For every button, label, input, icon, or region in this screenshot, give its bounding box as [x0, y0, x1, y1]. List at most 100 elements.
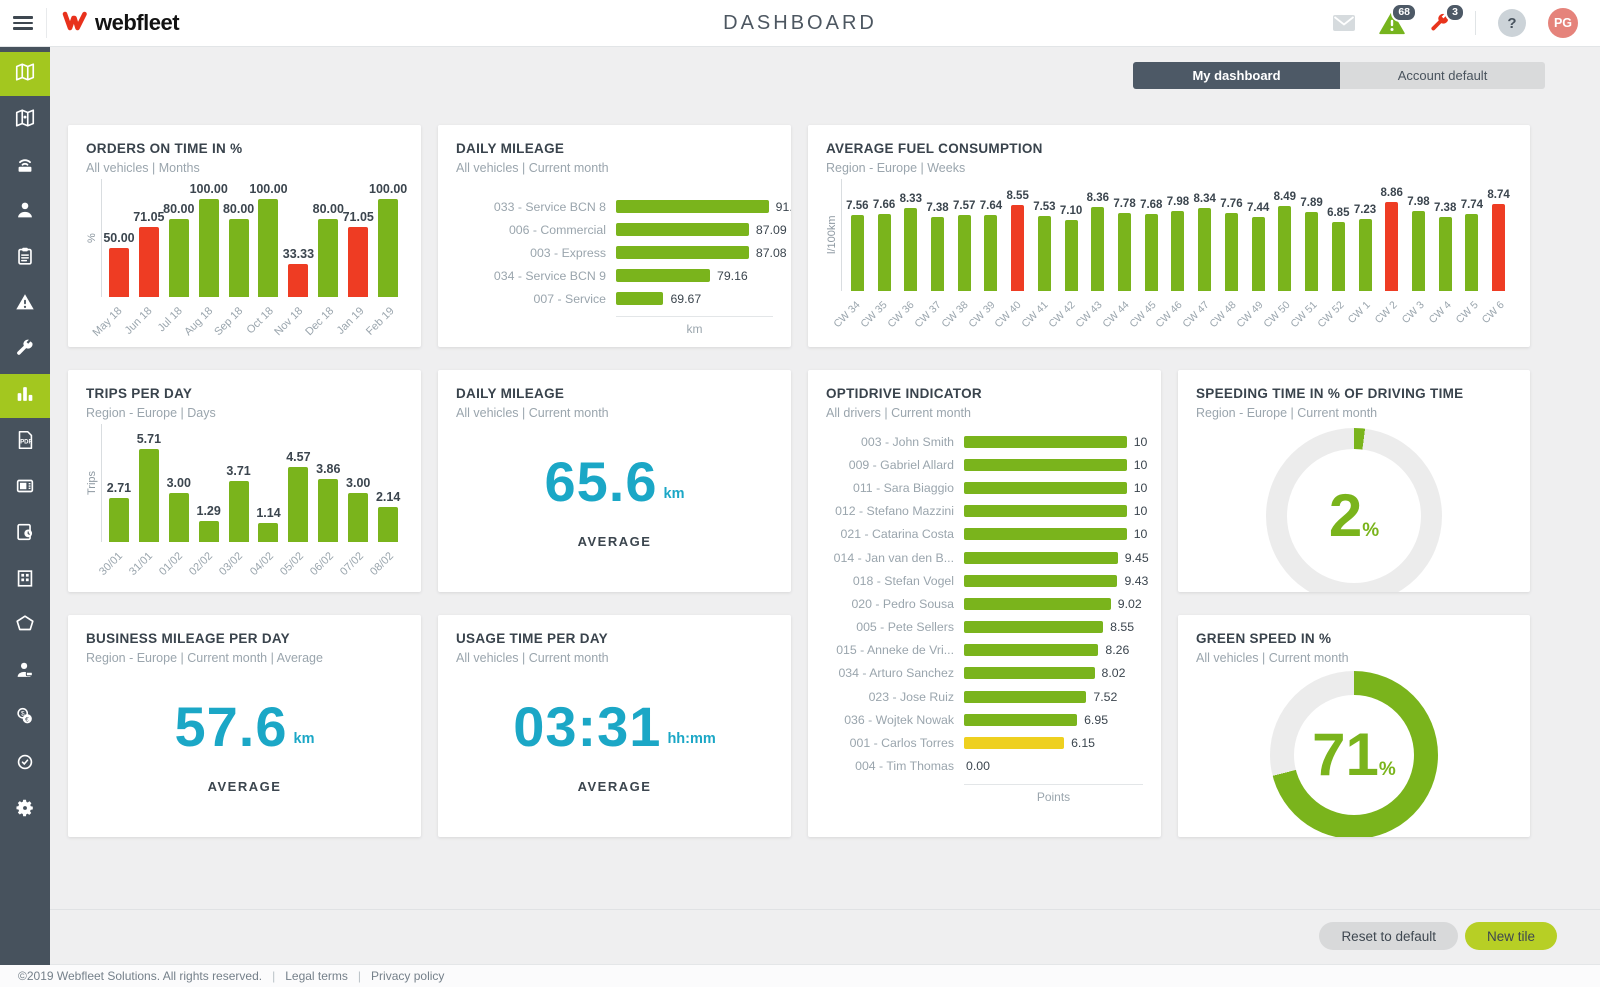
tile-subtitle: Region - Europe | Current month | Averag…: [86, 651, 403, 665]
bar-value-label: 7.38: [926, 202, 948, 214]
bar-row: 004 - Tim Thomas0.00: [826, 755, 1143, 778]
bar-value-label: 1.29: [197, 504, 221, 518]
bar: [1385, 202, 1398, 291]
bar-row: 012 - Stefano Mazzini10: [826, 500, 1143, 523]
bar-column: 7.10: [1058, 179, 1085, 291]
sidebar-item-working-times[interactable]: [0, 742, 50, 786]
sidebar-item-alerts[interactable]: [0, 282, 50, 326]
help-button[interactable]: ?: [1498, 9, 1526, 37]
tile-business-mileage[interactable]: BUSINESS MILEAGE PER DAY Region - Europe…: [68, 615, 421, 837]
row-label: 001 - Carlos Torres: [826, 736, 964, 750]
sidebar-item-drivers[interactable]: [0, 190, 50, 234]
donut-ring: 2%: [1266, 428, 1442, 592]
bar: [931, 217, 944, 291]
reset-to-default-button[interactable]: Reset to default: [1319, 922, 1458, 950]
menu-icon[interactable]: [0, 0, 46, 46]
bar-column: 8.33: [897, 179, 924, 291]
bar-row: 021 - Catarina Costa10: [826, 523, 1143, 546]
sidebar-item-reports[interactable]: PDF: [0, 420, 50, 464]
tile-subtitle: All vehicles | Current month: [456, 651, 773, 665]
mail-icon[interactable]: [1331, 10, 1357, 36]
bar-value-label: 7.53: [1033, 201, 1055, 213]
sidebar-item-orders[interactable]: [0, 236, 50, 280]
bar-column: 5.71: [134, 424, 164, 542]
bar-value-label: 8.86: [1381, 187, 1403, 199]
bar: [616, 246, 749, 259]
tile-orders-on-time[interactable]: ORDERS ON TIME IN % All vehicles | Month…: [68, 125, 421, 347]
bar-value-label: 71.05: [343, 210, 374, 224]
plot-area: 7.567.668.337.387.577.648.557.537.108.36…: [841, 179, 1512, 291]
bar-value-label: 6.15: [1071, 736, 1095, 750]
tile-subtitle: Region - Europe | Current month: [1196, 406, 1512, 420]
bar: [851, 215, 864, 291]
sidebar-item-logbook[interactable]: [0, 512, 50, 556]
bar-value-label: 80.00: [313, 202, 344, 216]
footer: ©2019 Webfleet Solutions. All rights res…: [0, 964, 1600, 987]
alerts-warning-icon[interactable]: 68: [1379, 10, 1405, 36]
bar-column: 6.85: [1325, 179, 1352, 291]
row-label: 033 - Service BCN 8: [456, 200, 616, 214]
sidebar-item-map[interactable]: [0, 52, 50, 96]
tile-trips-per-day[interactable]: TRIPS PER DAY Region - Europe | Days Tri…: [68, 370, 421, 592]
tile-subtitle: All vehicles | Current month: [1196, 651, 1512, 665]
tile-green-speed[interactable]: GREEN SPEED IN % All vehicles | Current …: [1178, 615, 1530, 837]
bar: [1091, 207, 1104, 291]
new-tile-button[interactable]: New tile: [1465, 922, 1557, 950]
bar-column: 7.89: [1298, 179, 1325, 291]
bar: [1038, 216, 1051, 291]
tile-optidrive-indicator[interactable]: OPTIDRIVE INDICATOR All drivers | Curren…: [808, 370, 1161, 837]
clipboard-icon: [14, 245, 36, 272]
sidebar-item-route-map[interactable]: [0, 98, 50, 142]
tile-daily-mileage-average[interactable]: DAILY MILEAGE All vehicles | Current mon…: [438, 370, 791, 592]
tile-average-fuel-consumption[interactable]: AVERAGE FUEL CONSUMPTION Region - Europe…: [808, 125, 1530, 347]
sidebar-item-settings[interactable]: [0, 788, 50, 832]
bar-value-label: 8.55: [1006, 190, 1028, 202]
bar-column: 7.38: [1432, 179, 1459, 291]
donut-ring: 71%: [1270, 671, 1438, 837]
bar: [1359, 219, 1372, 291]
tile-subtitle: Region - Europe | Weeks: [826, 161, 1512, 175]
bar: [348, 227, 368, 297]
bar-column: 7.23: [1352, 179, 1379, 291]
bar-value-label: 100.00: [369, 182, 407, 196]
bar-column: 80.00: [164, 179, 194, 297]
bar: [318, 479, 338, 542]
bar: [199, 521, 219, 542]
sidebar-item-company[interactable]: [0, 558, 50, 602]
bar-value-label: 0.00: [966, 759, 990, 773]
tile-daily-mileage-bars[interactable]: DAILY MILEAGE All vehicles | Current mon…: [438, 125, 791, 347]
svg-text:PDF: PDF: [20, 439, 32, 445]
x-tick: CW 45: [1136, 291, 1163, 335]
tile-subtitle: All drivers | Current month: [826, 406, 1143, 420]
y-axis-label: Trips: [86, 424, 98, 542]
tile-speeding-time[interactable]: SPEEDING TIME IN % OF DRIVING TIME Regio…: [1178, 370, 1530, 592]
bar-column: 3.00: [343, 424, 373, 542]
privacy-policy-link[interactable]: Privacy policy: [371, 969, 444, 983]
sidebar-item-dashboard[interactable]: [0, 374, 50, 418]
tile-usage-time[interactable]: USAGE TIME PER DAY All vehicles | Curren…: [438, 615, 791, 837]
sidebar-item-driver-terminal[interactable]: [0, 466, 50, 510]
sidebar-item-maintenance[interactable]: [0, 328, 50, 372]
tile-subtitle: Region - Europe | Days: [86, 406, 403, 420]
bar-value-label: 50.00: [103, 231, 134, 245]
tab-account-default[interactable]: Account default: [1340, 62, 1545, 89]
avatar[interactable]: PG: [1548, 8, 1578, 38]
bar: [1252, 217, 1265, 291]
bar-column: 4.57: [283, 424, 313, 542]
bar-column: 7.98: [1165, 179, 1192, 291]
bar-column: 8.36: [1084, 179, 1111, 291]
row-label: 034 - Service BCN 9: [456, 269, 616, 283]
sidebar-item-devices[interactable]: [0, 144, 50, 188]
bar-value-label: 10: [1134, 504, 1148, 518]
sidebar-item-costs[interactable]: $€: [0, 696, 50, 740]
sidebar-item-users[interactable]: [0, 650, 50, 694]
sidebar-item-areas[interactable]: [0, 604, 50, 648]
service-wrench-icon[interactable]: 3: [1427, 10, 1453, 36]
bar-value-label: 7.23: [1354, 204, 1376, 216]
legal-terms-link[interactable]: Legal terms: [285, 969, 348, 983]
bar: [1492, 204, 1505, 291]
donut-center-value: 2%: [1266, 428, 1442, 592]
tab-my-dashboard[interactable]: My dashboard: [1133, 62, 1340, 89]
bar-column: 7.64: [978, 179, 1005, 291]
bar-column: 3.71: [224, 424, 254, 542]
